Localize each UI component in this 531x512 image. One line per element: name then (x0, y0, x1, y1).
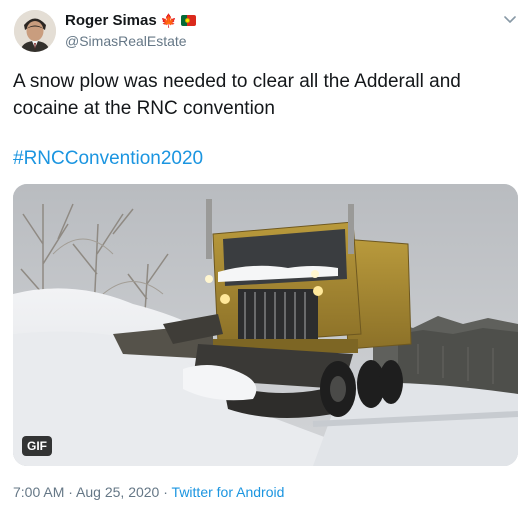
author-name[interactable]: Roger Simas 🍁 (65, 12, 196, 29)
tweet-media[interactable]: GIF (13, 184, 518, 466)
tweet-metadata: 7:00 AM · Aug 25, 2020 · Twitter for And… (13, 484, 284, 500)
tweet-text: A snow plow was needed to clear all the … (13, 71, 461, 119)
portugal-flag-icon (180, 15, 196, 26)
author-handle[interactable]: @SimasRealEstate (65, 33, 187, 49)
gif-badge: GIF (22, 436, 52, 456)
avatar-portrait-image (14, 10, 56, 52)
meta-separator: · (64, 484, 77, 500)
tweet-source-link[interactable]: Twitter for Android (172, 484, 285, 500)
chevron-down-icon[interactable] (503, 12, 517, 26)
tweet-time[interactable]: 7:00 AM (13, 484, 64, 500)
canada-flag-icon: 🍁 (160, 13, 177, 28)
tweet-date[interactable]: Aug 25, 2020 (76, 484, 159, 500)
author-name-text: Roger Simas (65, 12, 157, 29)
meta-separator: · (159, 484, 172, 500)
snow-plow-truck-image (13, 184, 518, 466)
hashtag-link[interactable]: #RNCConvention2020 (13, 148, 203, 170)
avatar[interactable] (14, 10, 56, 52)
